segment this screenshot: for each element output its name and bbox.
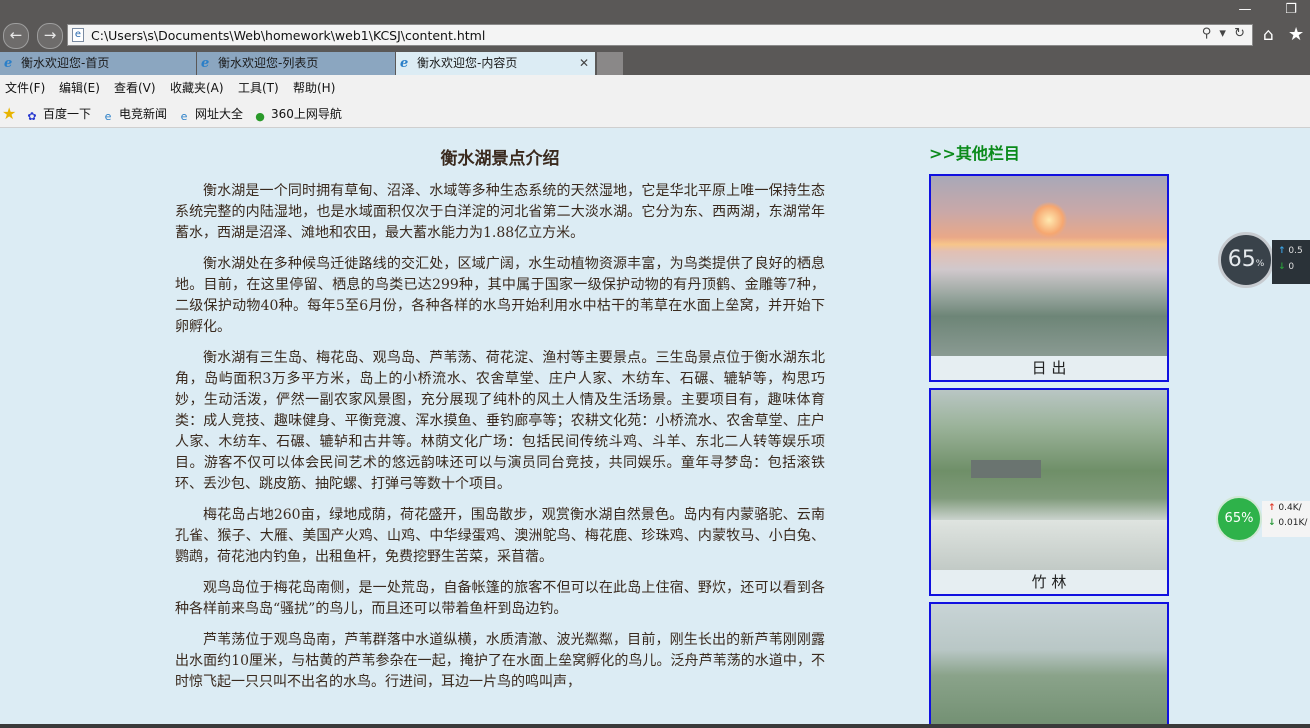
home-icon[interactable]: ⌂ [1263, 25, 1274, 45]
add-favorite-icon[interactable]: ★ [2, 104, 16, 123]
article-paragraph: 衡水湖有三生岛、梅花岛、观鸟岛、芦苇荡、荷花淀、渔村等主要景点。三生岛景点位于衡… [175, 350, 825, 492]
sidebar-card-bamboo[interactable]: 竹 林 [929, 388, 1169, 596]
menu-help[interactable]: 帮助(H) [293, 79, 335, 96]
fav-baidu[interactable]: ✿ 百度一下 [25, 105, 91, 124]
menu-file[interactable]: 文件(F) [5, 79, 45, 96]
tab-label: 衡水欢迎您-首页 [21, 56, 110, 70]
address-url[interactable]: C:\Users\s\Documents\Web\homework\web1\K… [91, 28, 485, 43]
tab-bar: e 衡水欢迎您-首页 e 衡水欢迎您-列表页 e 衡水欢迎您-内容页 ✕ [0, 50, 1310, 75]
sidebar-card-lake[interactable] [929, 602, 1169, 728]
tab-label: 衡水欢迎您-内容页 [417, 56, 518, 70]
sun-shape [1031, 202, 1067, 238]
article-paragraph: 衡水湖处在多种候鸟迁徙路线的交汇处，区域广阔，水生动植物资源丰富，为鸟类提供了良… [175, 256, 825, 335]
sidebar-card-sunrise[interactable]: 日 出 [929, 174, 1169, 382]
article-title: 衡水湖景点介绍 [440, 149, 560, 169]
usage-dial[interactable]: 65% [1218, 232, 1274, 288]
bamboo-image[interactable] [931, 390, 1167, 570]
fav-esports-news[interactable]: e 电竞新闻 [101, 105, 167, 124]
browser-titlebar: — ❐ ← → e C:\Users\s\Documents\Web\homew… [0, 0, 1310, 50]
fav-360-nav[interactable]: ● 360上网导航 [253, 105, 342, 124]
fav-url-directory[interactable]: e 网址大全 [177, 105, 243, 124]
menu-tools[interactable]: 工具(T) [238, 79, 279, 96]
article-paragraph: 衡水湖是一个同时拥有草甸、沼泽、水域等多种生态系统的天然湿地，它是华北平原上唯一… [175, 183, 825, 241]
forward-button[interactable]: → [37, 23, 63, 49]
menu-edit[interactable]: 编辑(E) [59, 79, 100, 96]
article-paragraph: 梅花岛占地260亩，绿地成荫，荷花盛开，围岛散步，观赏衡水湖自然景色。岛内有内蒙… [175, 507, 825, 565]
page-content: 衡水湖景点介绍 衡水湖是一个同时拥有草甸、沼泽、水域等多种生态系统的天然湿地，它… [0, 128, 1310, 728]
sidebar: >>其他栏目 日 出 竹 林 [929, 128, 1171, 728]
card-caption[interactable]: 日 出 [931, 356, 1167, 380]
upload-arrow-icon: ↑ [1268, 503, 1276, 513]
article: 衡水湖景点介绍 衡水湖是一个同时拥有草甸、沼泽、水域等多种生态系统的天然湿地，它… [175, 128, 825, 703]
sunrise-image[interactable] [931, 176, 1167, 356]
new-tab-button[interactable] [597, 52, 623, 75]
close-icon[interactable]: ✕ [579, 52, 589, 74]
address-bar[interactable]: e C:\Users\s\Documents\Web\homework\web1… [67, 24, 1253, 46]
pavilion-shape [971, 460, 1041, 478]
ie-icon: e [400, 56, 409, 71]
usage-dial[interactable]: 65% [1216, 496, 1262, 542]
360-icon: ● [255, 110, 265, 123]
sidebar-title[interactable]: >>其他栏目 [929, 140, 1171, 164]
taskbar-edge [0, 724, 1310, 728]
upload-arrow-icon: ↑ [1278, 246, 1286, 256]
menu-view[interactable]: 查看(V) [114, 79, 156, 96]
tab-home[interactable]: e 衡水欢迎您-首页 [0, 52, 197, 75]
railing-shape [931, 520, 1167, 570]
back-button[interactable]: ← [3, 23, 29, 49]
menu-favorites[interactable]: 收藏夹(A) [170, 79, 224, 96]
network-speed-widget[interactable]: 65% ↑ 0.5 ↓ 0 [1218, 232, 1310, 292]
ie-icon: e [180, 110, 188, 123]
minimize-button[interactable]: — [1230, 2, 1260, 20]
tab-label: 衡水欢迎您-列表页 [218, 56, 319, 70]
paw-icon: ✿ [27, 110, 37, 123]
arrow-right-icon: → [43, 26, 57, 44]
network-speed-widget-2[interactable]: 65% ↑ 0.4K/ ↓ 0.01K/ [1216, 496, 1310, 542]
speed-panel: ↑ 0.4K/ ↓ 0.01K/ [1262, 501, 1310, 537]
article-paragraph: 观鸟岛位于梅花岛南侧，是一处荒岛，自备帐篷的旅客不但可以在此岛上住宿、野炊，还可… [175, 580, 825, 617]
speed-panel: ↑ 0.5 ↓ 0 [1272, 240, 1310, 284]
ie-icon: e [104, 110, 112, 123]
ie-icon: e [201, 56, 210, 71]
arrow-left-icon: ← [9, 26, 23, 44]
favorites-bar: ★ ✿ 百度一下 e 电竞新闻 e 网址大全 ● 360上网导航 [0, 99, 1310, 128]
download-arrow-icon: ↓ [1278, 262, 1286, 272]
restore-button[interactable]: ❐ [1276, 2, 1306, 20]
menu-bar: 文件(F) 编辑(E) 查看(V) 收藏夹(A) 工具(T) 帮助(H) [0, 75, 1310, 99]
address-tools[interactable]: ⚲ ▾ ↻ [1202, 26, 1247, 41]
article-paragraph: 芦苇荡位于观鸟岛南，芦苇群落中水道纵横，水质清澈、波光粼粼，目前，刚生长出的新芦… [175, 632, 825, 690]
ie-icon: e [4, 56, 13, 71]
tab-content[interactable]: e 衡水欢迎您-内容页 ✕ [396, 52, 596, 75]
page-icon: e [72, 28, 84, 42]
card-caption[interactable]: 竹 林 [931, 570, 1167, 594]
lake-image[interactable] [931, 604, 1167, 728]
tab-list[interactable]: e 衡水欢迎您-列表页 [197, 52, 396, 75]
download-arrow-icon: ↓ [1268, 518, 1276, 528]
star-icon[interactable]: ★ [1288, 24, 1304, 45]
